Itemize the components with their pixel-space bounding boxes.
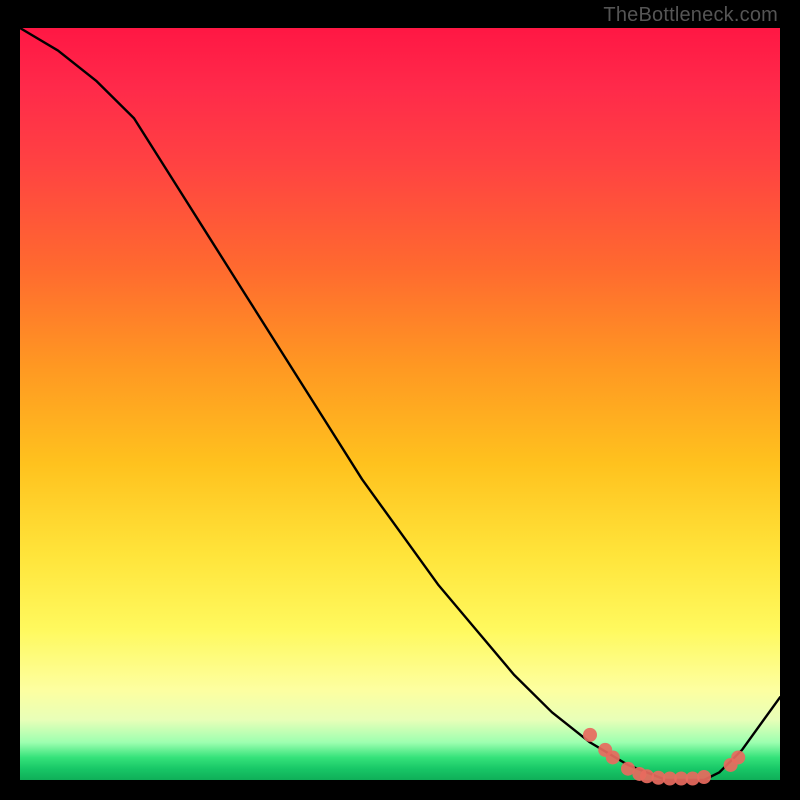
- data-marker: [583, 728, 597, 742]
- chart-frame: TheBottleneck.com: [0, 0, 800, 800]
- data-marker: [697, 770, 711, 784]
- data-marker: [606, 750, 620, 764]
- data-marker: [731, 750, 745, 764]
- watermark-text: TheBottleneck.com: [603, 4, 778, 27]
- data-markers: [583, 728, 745, 786]
- plot-area: [20, 28, 780, 780]
- bottleneck-curve: [20, 28, 780, 780]
- curve-layer: [20, 28, 780, 780]
